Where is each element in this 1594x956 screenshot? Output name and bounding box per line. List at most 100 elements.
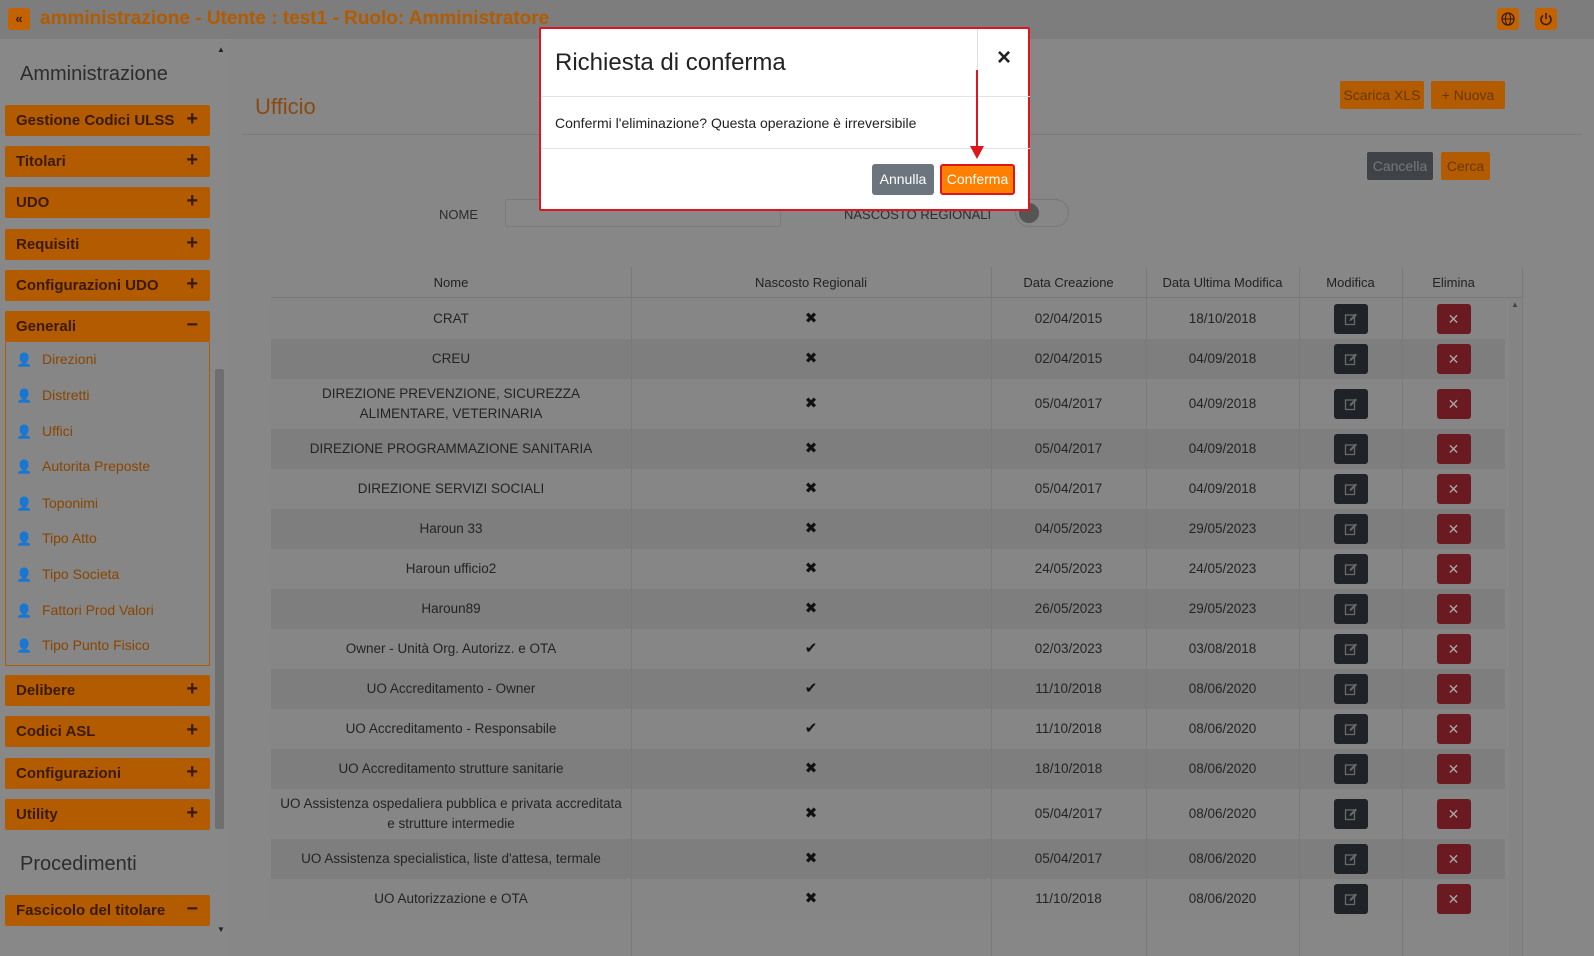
cell-modifica xyxy=(1299,589,1402,629)
sidebar-item-toponimi[interactable]: 👤 Toponimi xyxy=(16,495,98,512)
table-row: UO Accreditamento strutture sanitarie ✖ 18… xyxy=(271,749,1505,789)
edit-button[interactable] xyxy=(1333,844,1368,874)
menu-titolari[interactable]: Titolari + xyxy=(5,146,210,177)
sidebar-item-autorita-preposte[interactable]: 👤 Autorita Preposte xyxy=(16,458,150,475)
modified-date: 08/06/2020 xyxy=(1188,851,1257,866)
menu-requisiti[interactable]: Requisiti + xyxy=(5,229,210,260)
header-data-ultima-modifica[interactable]: Data Ultima Modifica xyxy=(1146,267,1299,298)
edit-icon xyxy=(1344,523,1357,536)
sidebar-item-fattori-prod-valori[interactable]: 👤 Fattori Prod Valori xyxy=(16,602,154,619)
delete-button[interactable]: ✕ xyxy=(1436,554,1471,584)
delete-button[interactable]: ✕ xyxy=(1436,304,1471,334)
cell-nome: UO Accreditamento - Responsabile xyxy=(271,709,631,749)
edit-button[interactable] xyxy=(1333,554,1368,584)
table-row: DIREZIONE SERVIZI SOCIALI ✖ 05/04/2017 04/0… xyxy=(271,469,1505,509)
delete-button[interactable]: ✕ xyxy=(1436,344,1471,374)
sidebar-scrollbar[interactable] xyxy=(213,89,226,956)
cross-icon: ✖ xyxy=(804,805,818,822)
edit-icon xyxy=(1344,893,1357,906)
delete-button[interactable]: ✕ xyxy=(1436,434,1471,464)
cross-icon: ✖ xyxy=(804,310,818,327)
cross-icon: ✖ xyxy=(804,350,818,367)
header-nascosto-regionali[interactable]: Nascosto Regionali xyxy=(631,267,991,298)
delete-button[interactable]: ✕ xyxy=(1436,594,1471,624)
cell-data-creazione: 11/10/2018 xyxy=(991,879,1146,919)
edit-button[interactable] xyxy=(1333,514,1368,544)
edit-button[interactable] xyxy=(1333,634,1368,664)
divider xyxy=(541,96,1030,97)
menu-utility[interactable]: Utility + xyxy=(5,799,210,830)
table-scrollbar[interactable]: ▲ xyxy=(1509,298,1521,956)
sidebar-scroll-up-icon[interactable]: ▲ xyxy=(217,45,225,54)
edit-button[interactable] xyxy=(1333,714,1368,744)
download-xls-button[interactable]: Scarica XLS xyxy=(1340,81,1424,109)
confirm-button[interactable]: Conferma xyxy=(940,164,1015,195)
menu-configurazioni[interactable]: Configurazioni + xyxy=(5,758,210,789)
edit-button[interactable] xyxy=(1333,434,1368,464)
sidebar-item-distretti[interactable]: 👤 Distretti xyxy=(16,387,89,404)
table-row: UO Accreditamento - Responsabile ✔ 11/10/2… xyxy=(271,709,1505,749)
power-icon[interactable] xyxy=(1535,8,1557,30)
modified-date: 18/10/2018 xyxy=(1188,311,1257,326)
clear-button[interactable]: Cancella xyxy=(1367,152,1433,180)
sidebar-item-tipo-societa[interactable]: 👤 Tipo Societa xyxy=(16,566,119,583)
cancel-button[interactable]: Annulla xyxy=(872,164,934,195)
menu-codici-asl[interactable]: Codici ASL + xyxy=(5,716,210,747)
cell-nome: Owner - Unità Org. Autorizz. e OTA xyxy=(271,629,631,669)
globe-icon[interactable] xyxy=(1497,8,1519,30)
delete-button[interactable]: ✕ xyxy=(1436,474,1471,504)
delete-button[interactable]: ✕ xyxy=(1436,884,1471,914)
cell-modifica xyxy=(1299,629,1402,669)
edit-button[interactable] xyxy=(1333,344,1368,374)
close-icon[interactable]: × xyxy=(977,29,1030,86)
menu-configurazioni-udo[interactable]: Configurazioni UDO + xyxy=(5,270,210,301)
menu-fascicolo-del-titolare[interactable]: Fascicolo del titolare − xyxy=(5,895,210,926)
edit-button[interactable] xyxy=(1333,754,1368,784)
row-name: DIREZIONE PROGRAMMAZIONE SANITARIA xyxy=(309,441,593,456)
edit-button[interactable] xyxy=(1333,389,1368,419)
user-edit-icon: 👤 xyxy=(16,352,33,367)
edit-button[interactable] xyxy=(1333,884,1368,914)
menu-generali[interactable]: Generali − xyxy=(5,311,210,342)
collapse-icon: − xyxy=(186,314,198,336)
sidebar-scroll-down-icon[interactable]: ▼ xyxy=(217,925,225,934)
delete-button[interactable]: ✕ xyxy=(1436,714,1471,744)
header-data-creazione[interactable]: Data Creazione xyxy=(991,267,1146,298)
row-name: UO Assistenza ospedaliera pubblica e pri… xyxy=(280,796,622,831)
created-date: 05/04/2017 xyxy=(1034,851,1103,866)
edit-icon xyxy=(1344,313,1357,326)
edit-button[interactable] xyxy=(1333,799,1368,829)
scroll-up-icon[interactable]: ▲ xyxy=(1511,300,1519,309)
delete-button[interactable]: ✕ xyxy=(1436,514,1471,544)
menu-gestione-codici-ulss[interactable]: Gestione Codici ULSS + xyxy=(5,105,210,136)
delete-button[interactable]: ✕ xyxy=(1436,634,1471,664)
delete-button[interactable]: ✕ xyxy=(1436,844,1471,874)
sidebar-item-direzioni[interactable]: 👤 Direzioni xyxy=(16,351,96,368)
table-row: UO Assistenza specialistica, liste d'att… xyxy=(271,839,1505,879)
sidebar-item-tipo-atto[interactable]: 👤 Tipo Atto xyxy=(16,530,97,547)
new-button[interactable]: + Nuova xyxy=(1431,81,1505,109)
menu-udo[interactable]: UDO + xyxy=(5,187,210,218)
collapse-sidebar-icon[interactable]: « xyxy=(8,8,30,30)
edit-button[interactable] xyxy=(1333,474,1368,504)
header-nome[interactable]: Nome xyxy=(271,267,631,298)
edit-button[interactable] xyxy=(1333,304,1368,334)
menu-delibere[interactable]: Delibere + xyxy=(5,675,210,706)
delete-button[interactable]: ✕ xyxy=(1436,799,1471,829)
search-button[interactable]: Cerca xyxy=(1441,152,1490,180)
edit-button[interactable] xyxy=(1333,674,1368,704)
expand-icon: + xyxy=(186,802,198,824)
delete-button[interactable]: ✕ xyxy=(1436,754,1471,784)
row-name: UO Accreditamento - Responsabile xyxy=(345,721,557,736)
sidebar-item-tipo-punto-fisico[interactable]: 👤 Tipo Punto Fisico xyxy=(16,637,150,654)
delete-button[interactable]: ✕ xyxy=(1436,389,1471,419)
edit-button[interactable] xyxy=(1333,594,1368,624)
expand-icon: + xyxy=(186,719,198,741)
cell-nascosto: ✔ xyxy=(631,669,991,709)
sidebar-item-uffici[interactable]: 👤 Uffici xyxy=(16,423,73,440)
cell-data-ultima-modifica: 04/09/2018 xyxy=(1146,339,1299,379)
delete-button[interactable]: ✕ xyxy=(1436,674,1471,704)
cell-nome: CRAT xyxy=(271,299,631,339)
check-icon: ✔ xyxy=(804,680,818,697)
cell-data-creazione: 02/03/2023 xyxy=(991,629,1146,669)
